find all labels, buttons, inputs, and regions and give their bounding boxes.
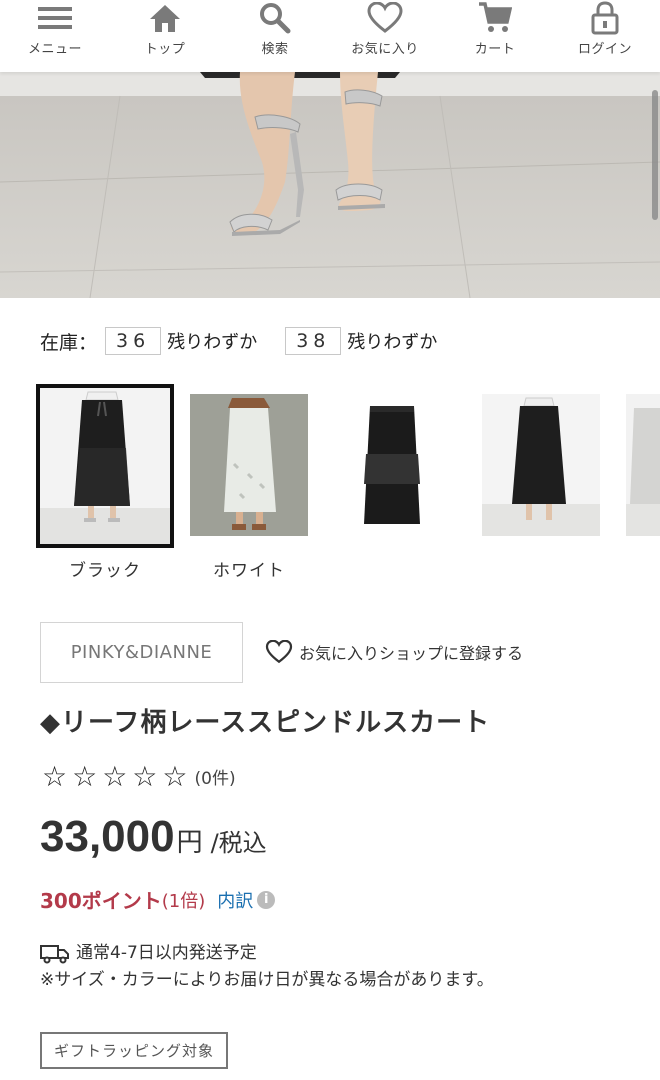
nav-menu[interactable]: メニュー: [0, 0, 110, 57]
points-row: 300ポイント (1倍) 内訳 i: [40, 885, 276, 914]
color-thumb-white[interactable]: [190, 384, 328, 548]
nav-cart[interactable]: カート: [440, 0, 550, 57]
color-label-white[interactable]: ホワイト: [180, 556, 318, 581]
search-icon: [255, 0, 295, 36]
truck-icon: [40, 944, 69, 963]
nav-label: トップ: [144, 42, 186, 57]
nav-label: 検索: [261, 42, 289, 57]
rating-stars: ☆☆☆☆☆: [42, 760, 193, 793]
points-detail-link[interactable]: 内訳: [217, 887, 253, 913]
price-tax-label: /税込: [210, 829, 267, 857]
points-multiplier: (1倍): [161, 890, 206, 912]
points-value: 300ポイント: [40, 889, 162, 913]
nav-label: ログイン: [577, 42, 632, 57]
nav-login[interactable]: ログイン: [550, 0, 660, 57]
nav-label: カート: [474, 42, 516, 57]
top-nav: メニュー トップ 検索 お気に入り カート ログイン: [0, 0, 660, 72]
color-thumbnails: ブラック ホワイト: [36, 384, 660, 584]
heart-icon: [265, 640, 293, 664]
nav-label: お気に入り: [351, 42, 419, 57]
favorite-shop-label: お気に入りショップに登録する: [299, 644, 524, 663]
cart-icon: [475, 0, 515, 36]
nav-top[interactable]: トップ: [110, 0, 220, 57]
shipping-estimate: 通常4-7日以内発送予定: [76, 943, 257, 963]
nav-search[interactable]: 検索: [220, 0, 330, 57]
info-icon[interactable]: i: [257, 890, 276, 909]
review-count: (0件): [194, 769, 236, 789]
gift-wrapping-badge: ギフトラッピング対象: [40, 1032, 229, 1069]
menu-icon: [35, 0, 75, 36]
stock-row: 在庫： 36 残りわずか 38 残りわずか: [40, 327, 457, 355]
nav-favorites[interactable]: お気に入り: [330, 0, 440, 57]
product-title: ◆リーフ柄レーススピンドルスカート: [40, 708, 491, 738]
home-icon: [145, 0, 185, 36]
stock-note: 残りわずか: [347, 332, 438, 353]
stock-label: 在庫：: [40, 331, 98, 354]
color-thumb-black[interactable]: [36, 384, 174, 548]
stock-note: 残りわずか: [167, 332, 258, 353]
shop-name-button[interactable]: PINKY&DIANNE: [40, 622, 243, 683]
image-scrollbar[interactable]: [652, 90, 658, 220]
price-amount: 33,000: [40, 812, 175, 861]
price-row: 33,000 円 /税込: [40, 812, 267, 862]
product-main-image[interactable]: [0, 72, 660, 298]
product-thumb-model[interactable]: [482, 384, 620, 548]
rating-row[interactable]: ☆☆☆☆☆ (0件): [42, 760, 236, 793]
size-38[interactable]: 38: [285, 327, 342, 355]
price-currency: 円: [176, 828, 203, 858]
product-thumb-partial[interactable]: [626, 384, 660, 548]
shipping-note: ※サイズ・カラーによりお届け日が異なる場合があります。: [40, 970, 494, 990]
size-36[interactable]: 36: [105, 327, 162, 355]
nav-label: メニュー: [27, 42, 82, 57]
favorite-shop-link[interactable]: お気に入りショップに登録する: [265, 640, 523, 664]
lock-icon: [585, 0, 625, 36]
color-label-black[interactable]: ブラック: [36, 556, 174, 581]
heart-icon: [365, 0, 405, 36]
shipping-info: 通常4-7日以内発送予定 ※サイズ・カラーによりお届け日が異なる場合があります。: [40, 940, 494, 994]
product-thumb-flat[interactable]: [336, 384, 474, 548]
